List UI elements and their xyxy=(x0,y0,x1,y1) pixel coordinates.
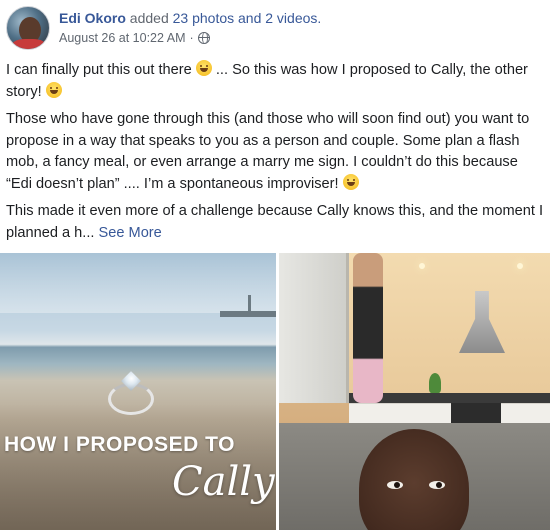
post-paragraph-2: Those who have gone through this (and th… xyxy=(6,109,546,195)
post-paragraph-3: This made it even more of a challenge be… xyxy=(6,201,546,244)
globe-icon[interactable] xyxy=(197,32,210,44)
meta-separator: · xyxy=(189,31,194,45)
author-line: Edi Okoro added 23 photos and 2 videos. xyxy=(59,9,321,27)
plant xyxy=(429,373,441,393)
smiling-emoji-icon xyxy=(342,173,359,190)
avatar-shirt xyxy=(11,39,47,49)
photo-beach-ring[interactable]: HOW I PROPOSED TO Cally xyxy=(0,253,276,530)
ceiling-light xyxy=(419,263,425,269)
photo-caption-name: Cally xyxy=(172,459,275,505)
post-text: I can finally put this out there xyxy=(6,62,196,78)
post-timestamp-link[interactable]: August 26 at 10:22 AM xyxy=(59,30,185,46)
see-more-link[interactable]: See More xyxy=(99,225,162,241)
post-text: Those who have gone through this (and th… xyxy=(6,111,530,192)
author-name-link[interactable]: Edi Okoro xyxy=(59,10,126,26)
grinning-emoji-icon xyxy=(195,60,212,76)
photo-caption-title: HOW I PROPOSED TO xyxy=(4,433,235,456)
post-text: This made it even more of a challenge be… xyxy=(6,203,544,241)
author-avatar[interactable] xyxy=(6,6,50,50)
selfie-eye xyxy=(429,481,445,489)
post-body: I can finally put this out there ... So … xyxy=(6,60,546,250)
door-frame xyxy=(279,253,349,403)
smiling-emoji-icon xyxy=(45,81,62,98)
post-header: Edi Okoro added 23 photos and 2 videos. … xyxy=(0,0,550,56)
post-meta: August 26 at 10:22 AM · xyxy=(59,30,210,46)
media-count-link[interactable]: 23 photos and 2 videos. xyxy=(173,10,322,26)
standing-person xyxy=(353,253,383,403)
photo-kitchen-selfie[interactable] xyxy=(279,253,550,530)
selfie-eye xyxy=(387,481,403,489)
ceiling-light xyxy=(517,263,523,269)
sky xyxy=(0,253,276,313)
action-text: added xyxy=(129,10,169,26)
post-paragraph-1: I can finally put this out there ... So … xyxy=(6,60,546,103)
pier-tower xyxy=(248,295,251,313)
